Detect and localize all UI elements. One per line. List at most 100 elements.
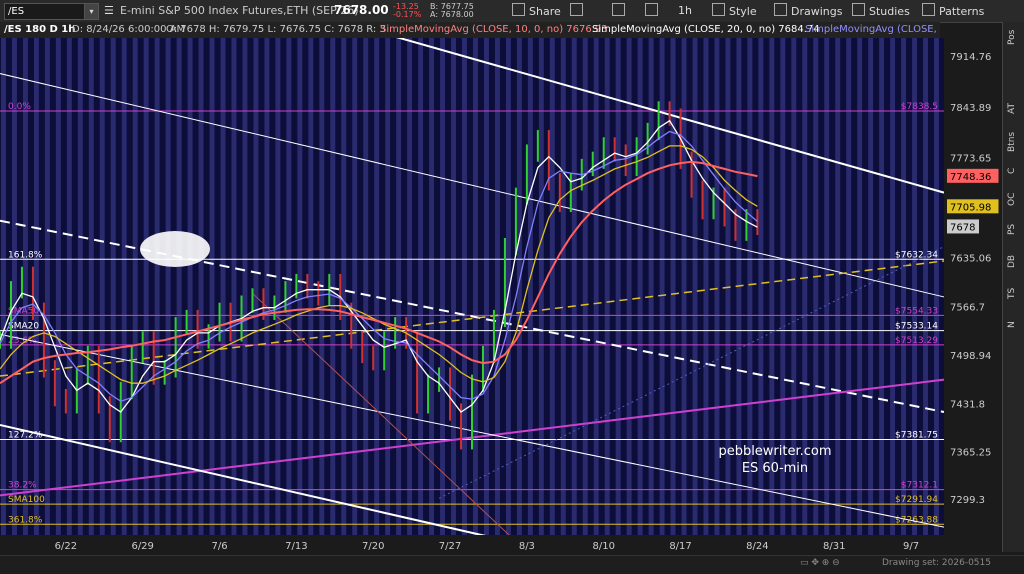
x-tick-label: 7/27 <box>439 541 461 552</box>
time-stripe <box>912 38 918 535</box>
time-stripe <box>934 38 939 535</box>
drawings-icon <box>774 3 787 16</box>
drawing-set-label: Drawing set: 2026-0515 <box>882 558 991 568</box>
level-left-label: 38.2% <box>8 481 37 491</box>
time-stripe <box>549 38 555 535</box>
ellipse-annotation <box>140 231 210 267</box>
time-stripe <box>88 38 94 535</box>
level-price-label: $7554.33 <box>895 306 938 316</box>
time-stripe <box>626 38 632 535</box>
x-tick-label: 6/29 <box>131 541 153 552</box>
alerts-button[interactable] <box>570 3 587 19</box>
time-stripe <box>1 38 6 535</box>
bid-ask: B: 7677.75 A: 7678.00 <box>430 3 474 19</box>
time-stripe <box>582 38 588 535</box>
level-left-label: 0.0% <box>8 102 31 112</box>
level-price-label: $7291.94 <box>895 495 938 505</box>
studies-icon <box>852 3 865 16</box>
last-price: 7678.00 <box>334 3 389 17</box>
time-stripe <box>308 38 314 535</box>
y-tick-label: 7498.94 <box>950 351 991 362</box>
time-stripe <box>22 38 28 535</box>
y-tick-label: 7365.25 <box>950 447 991 458</box>
x-tick-label: 9/7 <box>903 541 919 552</box>
time-stripe <box>11 38 17 535</box>
level-price-label: $7533.14 <box>895 322 938 332</box>
time-stripe <box>418 38 424 535</box>
x-tick-label: 6/22 <box>55 541 77 552</box>
time-stripe <box>209 38 215 535</box>
time-stripe <box>396 38 402 535</box>
price-axis-bg <box>944 38 1002 555</box>
time-stripe <box>494 38 500 535</box>
level-left-label: 127.2% <box>8 431 43 441</box>
time-stripe <box>99 38 105 535</box>
time-stripe <box>571 38 577 535</box>
tab-oc[interactable]: OC <box>1003 190 1024 208</box>
ask-value: A: 7678.00 <box>430 10 474 19</box>
grid-button[interactable] <box>645 3 662 19</box>
time-stripe <box>813 38 819 535</box>
level-price-label: $7312.1 <box>901 481 938 491</box>
time-stripe <box>363 38 369 535</box>
flask-button[interactable] <box>612 3 629 19</box>
tab-n[interactable]: N <box>1003 316 1024 334</box>
tab-btns[interactable]: Btns <box>1003 132 1024 152</box>
x-tick-label: 7/6 <box>211 541 227 552</box>
studies-label: Studies <box>869 5 910 18</box>
time-stripe <box>714 38 720 535</box>
time-stripe <box>66 38 72 535</box>
tab-ts[interactable]: TS <box>1003 284 1024 302</box>
y-tick-label: 7566.7 <box>950 302 985 313</box>
share-button[interactable]: Share <box>512 3 561 19</box>
bell-icon <box>570 3 583 16</box>
time-stripe <box>835 38 841 535</box>
x-tick-label: 8/10 <box>592 541 614 552</box>
time-stripe <box>868 38 874 535</box>
time-stripe <box>483 38 489 535</box>
x-tick-label: 8/17 <box>669 541 691 552</box>
level-left-label: 161.8% <box>8 250 43 260</box>
time-stripe <box>857 38 863 535</box>
zoom-icons[interactable]: ▭ ✥ ⊕ ⊖ <box>800 558 840 568</box>
x-tick-label: 8/31 <box>823 541 845 552</box>
share-icon <box>512 3 525 16</box>
patterns-label: Patterns <box>939 5 985 18</box>
tab-db[interactable]: DB <box>1003 252 1024 270</box>
price-chart[interactable]: $7838.5 $7632.34 $7554.33 $7533.14 $7513.29 $… <box>0 38 1002 555</box>
time-stripe <box>527 38 533 535</box>
style-button[interactable]: Style <box>712 3 757 19</box>
time-stripe <box>33 38 39 535</box>
tab-c[interactable]: C <box>1003 162 1024 180</box>
share-label: Share <box>529 5 561 18</box>
time-stripe <box>637 38 643 535</box>
time-stripe <box>352 38 358 535</box>
timeframe-button[interactable]: 1h <box>678 3 692 18</box>
info-icon[interactable]: ☰ <box>104 3 114 18</box>
time-stripe <box>220 38 226 535</box>
time-stripe <box>297 38 303 535</box>
axis-price-badge-label: 7705.98 <box>950 202 991 213</box>
top-toolbar: /ES ▾ ☰ E-mini S&P 500 Index Futures,ETH… <box>0 0 1024 23</box>
time-stripe <box>330 38 336 535</box>
time-stripe <box>407 38 413 535</box>
time-stripe <box>824 38 830 535</box>
axis-price-badge-label: 7748.36 <box>950 172 991 183</box>
legend-sma10: SimpleMovingAvg (CLOSE, 10, 0, no) 7676.… <box>380 24 608 35</box>
legend-sma50: SimpleMovingAvg (CLOSE, 50, 0, no) <box>805 24 940 35</box>
drawings-button[interactable]: Drawings <box>774 3 842 19</box>
time-stripe <box>604 38 610 535</box>
symbol-field[interactable]: /ES <box>4 3 91 20</box>
studies-button[interactable]: Studies <box>852 3 910 19</box>
tab-pos[interactable]: Pos <box>1003 28 1024 46</box>
tab-at[interactable]: AT <box>1003 100 1024 118</box>
y-tick-label: 7431.8 <box>950 400 985 411</box>
x-tick-label: 7/13 <box>285 541 307 552</box>
tab-ps[interactable]: PS <box>1003 220 1024 238</box>
level-price-label: $7632.34 <box>895 250 938 260</box>
time-stripe <box>593 38 599 535</box>
time-stripe <box>670 38 676 535</box>
watermark-line-1: pebblewriter.com <box>718 444 831 459</box>
symbol-lookup-button[interactable]: ▾ <box>84 3 99 20</box>
patterns-button[interactable]: Patterns <box>922 3 984 19</box>
